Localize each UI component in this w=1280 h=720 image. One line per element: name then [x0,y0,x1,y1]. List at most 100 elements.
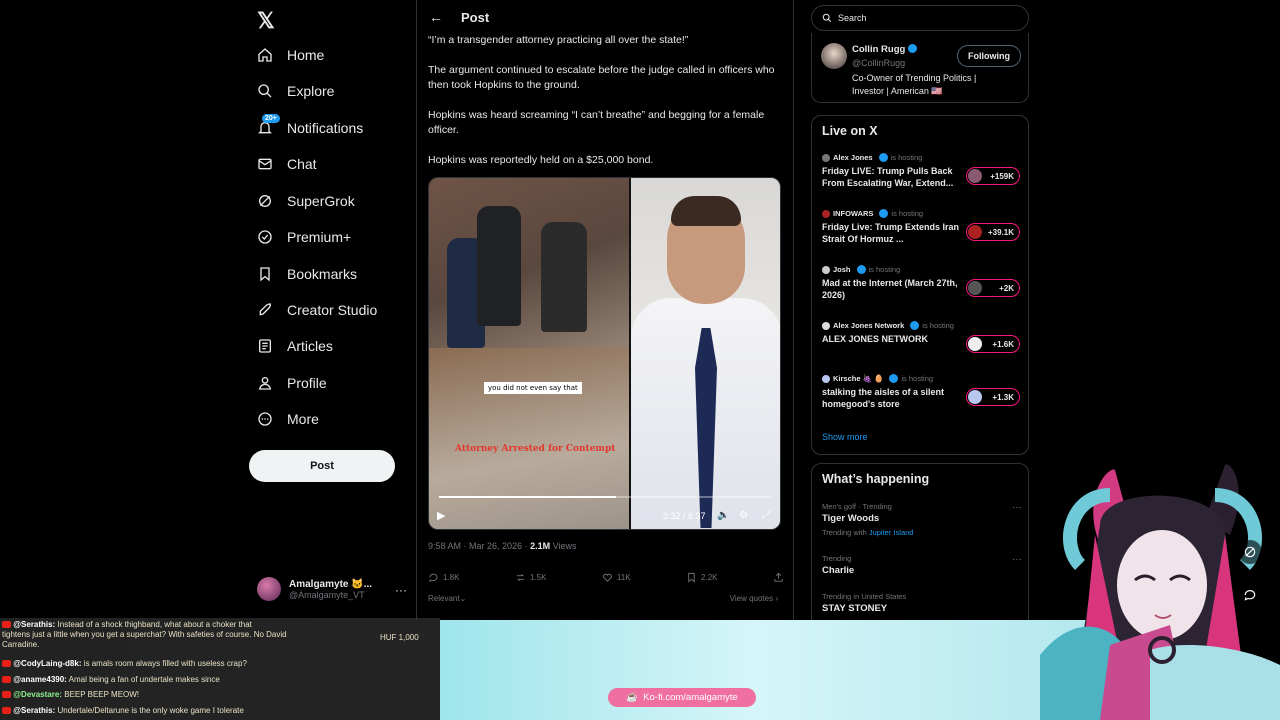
trend-context: Men's golf · Trending [822,502,892,511]
nav-label: Explore [287,83,335,99]
youtube-icon [2,676,11,683]
trend-name: Tiger Woods [822,513,880,524]
play-icon[interactable]: ▶ [437,509,445,522]
bookmark-button[interactable]: 2.2K [686,572,718,583]
live-on-x-card: Live on X Alex Jones is hosting Friday LI… [811,115,1029,455]
trend-name: STAY STONEY [822,603,888,614]
video-progress-fill [439,496,617,498]
post-actions: 1.8K 1.5K 11K 2.2K [428,572,784,583]
superchat-amount: HUF 1,000 [380,633,419,642]
settings-gear-icon[interactable]: ⚙ [739,510,748,521]
nav-item-explore[interactable]: Explore [257,77,334,105]
nav-item-premium[interactable]: Premium+ [257,223,351,251]
host-name: Josh [833,265,851,274]
nav-item-chat[interactable]: Chat [257,150,317,178]
live-title-text: Mad at the Internet (March 27th, 2026) [822,278,958,300]
host-name: Alex Jones [833,153,873,162]
post-paragraph: The argument continued to escalate befor… [428,64,775,91]
avatar[interactable] [821,43,847,69]
live-item[interactable]: Kirsche 🍇 🥚 is hosting stalking the aisle… [822,374,1022,410]
trend-name: Charlie [822,565,855,576]
share-icon [774,572,783,582]
nav-item-creator-studio[interactable]: Creator Studio [257,296,377,324]
reply-button[interactable]: 1.8K [428,572,459,583]
nav-item-home[interactable]: Home [257,41,324,69]
host-avatar [822,153,830,162]
video-progress-bar[interactable] [439,496,772,498]
x-logo-icon[interactable]: 𝕏 [257,8,275,34]
person-icon [258,377,272,390]
grok-icon [259,195,271,207]
more-circle-icon [258,412,272,426]
live-listener-count: +159K [966,167,1020,185]
verified-badge-icon [910,321,920,330]
chat-text: Undertale/Deltarune is the only woke gam… [57,706,244,715]
like-button[interactable]: 11K [602,572,631,583]
show-more-link[interactable]: Show more [822,432,868,442]
verified-badge-icon [879,209,889,218]
live-title-text: ALEX JONES NETWORK [822,334,929,344]
back-arrow-icon[interactable]: ← [429,9,443,25]
kofi-link[interactable]: ☕ Ko-fi.com/amalgamyte [608,688,756,707]
chat-message: @Serathis: Instead of a shock thighband,… [2,620,438,630]
notification-badge: 20+ [262,114,280,123]
live-item[interactable]: Alex Jones is hosting Friday LIVE: Trump … [822,153,1022,189]
search-icon [822,13,832,23]
nav-item-profile[interactable]: Profile [257,369,327,397]
post-paragraph: Hopkins was heard screaming “I can’t bre… [428,109,765,136]
more-horizontal-icon[interactable]: ··· [395,583,407,597]
video-player[interactable]: you did not even say that Attorney Arres… [428,177,781,530]
post-views-label: Views [552,541,577,551]
search-box[interactable]: Search [811,5,1029,31]
live-item[interactable]: Josh is hosting Mad at the Internet (Marc… [822,265,1022,301]
account-switcher[interactable]: Amalgamyte 🐱... @Amalgamyte_VT ··· [257,577,407,601]
nav-label: Premium+ [287,229,352,245]
volume-icon[interactable]: 🔈 [717,510,729,521]
host-status: is hosting [901,374,934,383]
host-status: is hosting [922,321,954,330]
author-name[interactable]: Collin Rugg [852,44,918,55]
page-title: Post [461,9,490,25]
trend-item[interactable]: Trending in United States STAY STONEY [822,592,1022,614]
live-item[interactable]: Alex Jones Network is hosting ALEX JONES … [822,321,1022,353]
listener-count: +1.3K [992,392,1014,402]
avatar [968,280,982,295]
chat-text: Instead of a shock thighband, what about… [57,620,252,629]
nav-item-more[interactable]: More [257,405,319,433]
live-listener-count: +2K [966,279,1020,297]
stream-overlay-band [440,620,1140,720]
repost-button[interactable]: 1.5K [515,572,546,583]
kofi-cup-icon: ☕ [626,692,639,703]
trend-item[interactable]: Men's golf · Trending Tiger Woods Trendi… [822,502,1022,537]
live-host: Kirsche 🍇 🥚 is hosting [822,374,1022,383]
post-header: ← Post [417,0,793,34]
trend-subtext: Trending with Jupiter Island [822,528,1022,537]
trend-item[interactable]: Trending Charlie ··· [822,554,1022,576]
trend-sub-link[interactable]: Jupiter Island [869,528,914,537]
following-button[interactable]: Following [957,45,1021,67]
more-horizontal-icon[interactable]: ··· [1012,502,1022,513]
chevron-down-icon: ⌄ [459,594,467,603]
avatar [968,336,982,351]
whats-happening-card: What’s happening Men's golf · Trending T… [811,463,1029,623]
nav-item-notifications[interactable]: 20+ Notifications [257,114,363,142]
nav-item-supergrok[interactable]: SuperGrok [257,187,355,215]
host-status: is hosting [890,153,923,162]
post-button[interactable]: Post [249,450,395,482]
nav-item-articles[interactable]: Articles [257,332,333,360]
live-item[interactable]: INFOWARS is hosting Friday Live: Trump Ex… [822,209,1022,245]
chat-text: Amal being a fan of undertale makes sinc… [68,675,220,684]
nav-item-bookmarks[interactable]: Bookmarks [257,260,357,288]
reply-sort-dropdown[interactable]: Relevant⌄ [428,594,466,603]
nav-label: More [287,411,319,427]
more-horizontal-icon[interactable]: ··· [1012,554,1022,565]
view-quotes-link[interactable]: View quotes › [730,594,778,603]
messages-button[interactable] [1238,583,1262,607]
search-input[interactable]: Search [838,13,867,23]
author-name-text: Collin Rugg [852,44,906,55]
grok-button[interactable] [1238,540,1262,564]
video-hair [671,196,741,226]
fullscreen-icon[interactable]: ⤢ [762,510,770,521]
author-handle: @CollinRugg [852,58,906,68]
share-button[interactable] [773,572,784,583]
